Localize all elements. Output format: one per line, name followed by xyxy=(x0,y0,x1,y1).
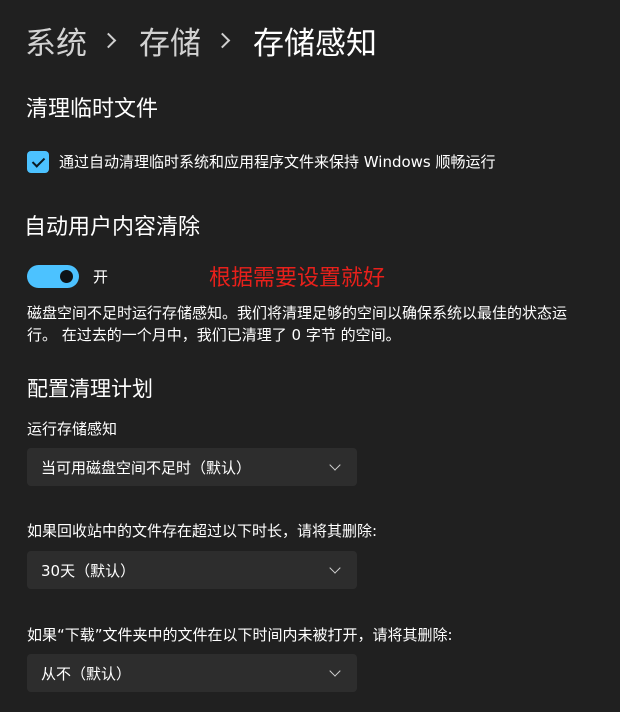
breadcrumb: 系统 存储 存储感知 xyxy=(25,18,377,62)
chevron-right-icon xyxy=(214,32,231,48)
chevron-down-icon xyxy=(329,562,341,574)
section-title-auto-cleanup: 自动用户内容清除 xyxy=(24,215,201,240)
section-title-temp-files: 清理临时文件 xyxy=(26,97,159,122)
breadcrumb-item-storage[interactable]: 存储 xyxy=(139,18,201,63)
chevron-down-icon xyxy=(329,665,341,677)
chevron-right-icon xyxy=(100,32,117,48)
storage-sense-toggle[interactable] xyxy=(27,265,79,288)
recycle-bin-label: 如果回收站中的文件存在超过以下时长，请将其删除: xyxy=(27,522,378,540)
downloads-label: 如果“下载”文件夹中的文件在以下时间内未被打开，请将其删除: xyxy=(27,626,453,644)
toggle-knob xyxy=(60,270,73,283)
dropdown-value: 从不（默认） xyxy=(41,664,132,683)
cleanup-temp-files-checkbox[interactable] xyxy=(27,151,49,173)
checkbox-label[interactable]: 通过自动清理临时系统和应用程序文件来保持 Windows 顺畅运行 xyxy=(59,151,496,173)
dropdown-value: 当可用磁盘空间不足时（默认） xyxy=(41,458,252,477)
annotation-text: 根据需要设置就好 xyxy=(209,266,386,291)
recycle-bin-dropdown[interactable]: 30天（默认） xyxy=(27,551,357,589)
checkmark-icon xyxy=(31,153,45,168)
downloads-dropdown[interactable]: 从不（默认） xyxy=(27,654,357,692)
storage-sense-description: 磁盘空间不足时运行存储感知。我们将清理足够的空间以确保系统以最佳的状态运行。 在… xyxy=(27,304,568,344)
page-title: 存储感知 xyxy=(253,25,377,62)
chevron-down-icon xyxy=(329,459,341,471)
breadcrumb-item-system[interactable]: 系统 xyxy=(25,18,87,63)
run-storage-sense-dropdown[interactable]: 当可用磁盘空间不足时（默认） xyxy=(27,448,357,486)
section-title-schedule: 配置清理计划 xyxy=(27,377,153,401)
dropdown-value: 30天（默认） xyxy=(41,561,136,580)
toggle-state-label: 开 xyxy=(93,268,109,286)
run-storage-sense-label: 运行存储感知 xyxy=(27,420,118,438)
